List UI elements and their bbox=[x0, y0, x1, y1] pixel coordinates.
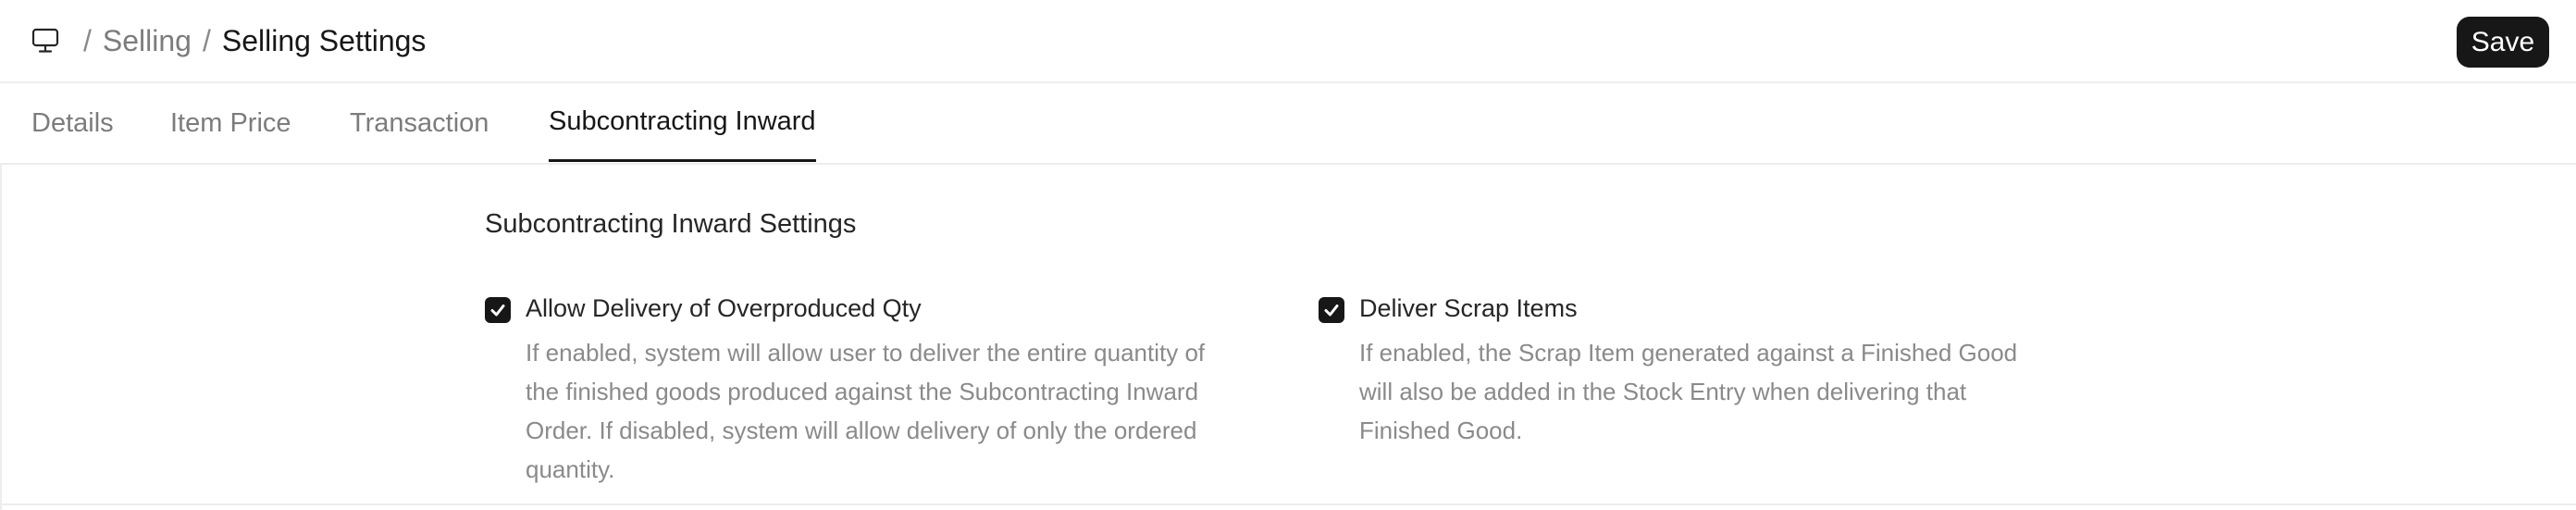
description-line: If enabled, system will allow user to de… bbox=[526, 339, 1206, 367]
breadcrumb-separator: / bbox=[83, 23, 92, 57]
description-line: will also be added in the Stock Entry wh… bbox=[1359, 378, 1967, 405]
description-line: If enabled, the Scrap Item generated aga… bbox=[1359, 339, 2018, 367]
save-button[interactable]: Save bbox=[2457, 17, 2549, 68]
section-title: Subcontracting Inward Settings bbox=[485, 209, 857, 239]
check-icon bbox=[490, 305, 505, 317]
page-title: Selling Settings bbox=[221, 23, 427, 57]
tab-transaction[interactable]: Transaction bbox=[350, 83, 489, 163]
tab-details[interactable]: Details bbox=[31, 83, 114, 163]
check-icon bbox=[1324, 305, 1339, 317]
section-divider bbox=[0, 504, 2576, 505]
allow-delivery-overproduced-label[interactable]: Allow Delivery of Overproduced Qty bbox=[526, 294, 922, 323]
description-line: quantity. bbox=[526, 455, 615, 483]
deliver-scrap-items-checkbox[interactable] bbox=[1319, 297, 1344, 323]
allow-delivery-overproduced-description: If enabled, system will allow user to de… bbox=[526, 333, 1205, 489]
breadcrumb-separator: / bbox=[202, 23, 211, 57]
allow-delivery-overproduced-checkbox[interactable] bbox=[485, 297, 511, 323]
content-left-border bbox=[0, 165, 2, 510]
breadcrumb-parent-link[interactable]: Selling bbox=[103, 24, 192, 58]
tab-item-price[interactable]: Item Price bbox=[170, 83, 291, 163]
deliver-scrap-items-description: If enabled, the Scrap Item generated aga… bbox=[1359, 333, 2017, 450]
page-header: / Selling / Selling Settings Save bbox=[0, 0, 2576, 83]
description-line: Order. If disabled, system will allow de… bbox=[526, 417, 1197, 444]
description-line: the finished goods produced against the … bbox=[526, 378, 1199, 405]
description-line: Finished Good. bbox=[1359, 417, 1523, 444]
monitor-icon[interactable] bbox=[30, 25, 61, 56]
breadcrumb: / Selling / Selling Settings bbox=[30, 20, 426, 61]
tab-bar: Details Item Price Transaction Subcontra… bbox=[0, 83, 2576, 165]
deliver-scrap-items-label[interactable]: Deliver Scrap Items bbox=[1359, 294, 1578, 323]
tab-subcontracting-inward[interactable]: Subcontracting Inward bbox=[549, 83, 816, 162]
